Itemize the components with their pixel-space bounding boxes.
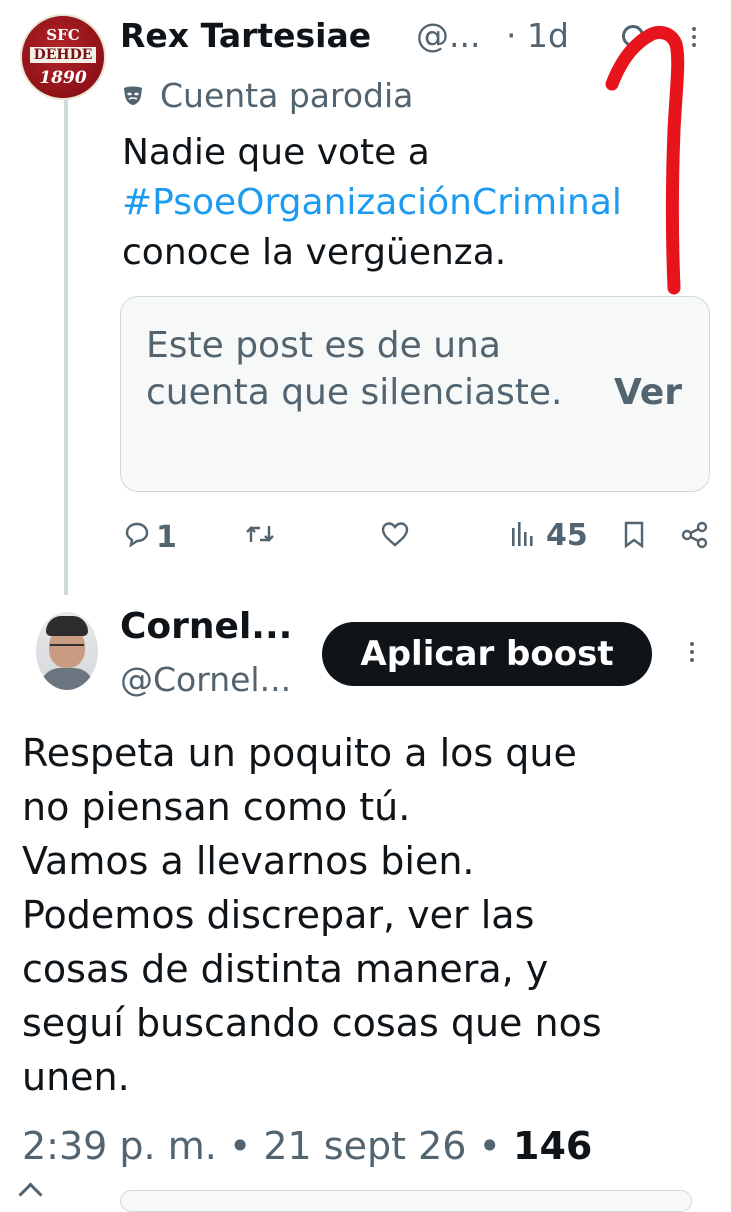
post-text-line: Nadie que vote a [122,132,430,173]
avatar-photo-part [40,668,94,690]
retweet-icon [246,526,274,542]
share-button[interactable] [680,520,710,554]
view-muted-button[interactable]: Ver [614,372,682,413]
like-button[interactable] [380,520,410,552]
reply-composer-edge[interactable] [120,1190,692,1212]
reply-button[interactable]: 1 [122,520,177,555]
retweet-button[interactable] [244,520,276,552]
reply-icon [125,522,149,548]
views-icon [512,522,533,546]
parody-mask-icon [124,86,142,105]
views-count: 146 [513,1124,593,1168]
avatar-crest-line: 1890 [39,68,87,88]
bookmark-icon [624,521,644,549]
post-text: Nadie que vote a #PsoeOrganizaciónCrimin… [122,128,722,278]
post-text: Respeta un poquito a los que no piensan … [22,731,602,1099]
more-icon[interactable] [692,27,696,49]
post-metadata: 2:39 p. m. • 21 sept 26 • 146 [22,1124,592,1168]
author-handle[interactable]: @... [416,16,480,55]
more-icon[interactable] [690,642,694,664]
muted-post-notice: Este post es de una cuenta que silencias… [146,325,563,413]
parody-account-label: Cuenta parodia [160,76,414,115]
author-display-name[interactable]: Cornel... [120,606,292,647]
chevron-icon [18,1182,43,1207]
post-time[interactable]: · 1d [506,16,569,55]
post-text-line: conoce la vergüenza. [122,232,507,273]
author-handle[interactable]: @Cornel... [120,660,291,699]
share-icon [681,521,708,549]
grok-icon[interactable] [622,25,644,47]
thread-connector-line [64,90,68,595]
post-timestamp[interactable]: 2:39 p. m. • 21 sept 26 • [22,1124,513,1168]
avatar[interactable] [36,612,98,690]
avatar[interactable]: SFC DEHDE 1890 [20,14,106,100]
author-display-name[interactable]: Rex Tartesiae [120,16,371,55]
reply-count: 1 [156,520,177,555]
views-count: 45 [546,518,588,553]
avatar-crest-line: SFC [46,26,80,44]
avatar-crest-line: DEHDE [30,47,96,63]
like-icon [381,522,409,547]
hashtag-link[interactable]: #PsoeOrganizaciónCriminal [122,178,722,228]
bookmark-button[interactable] [622,520,646,554]
avatar-photo-part [46,616,88,636]
avatar-photo-part [50,644,84,652]
apply-boost-button[interactable]: Aplicar boost [322,622,652,686]
views-button[interactable]: 45 [510,518,588,553]
